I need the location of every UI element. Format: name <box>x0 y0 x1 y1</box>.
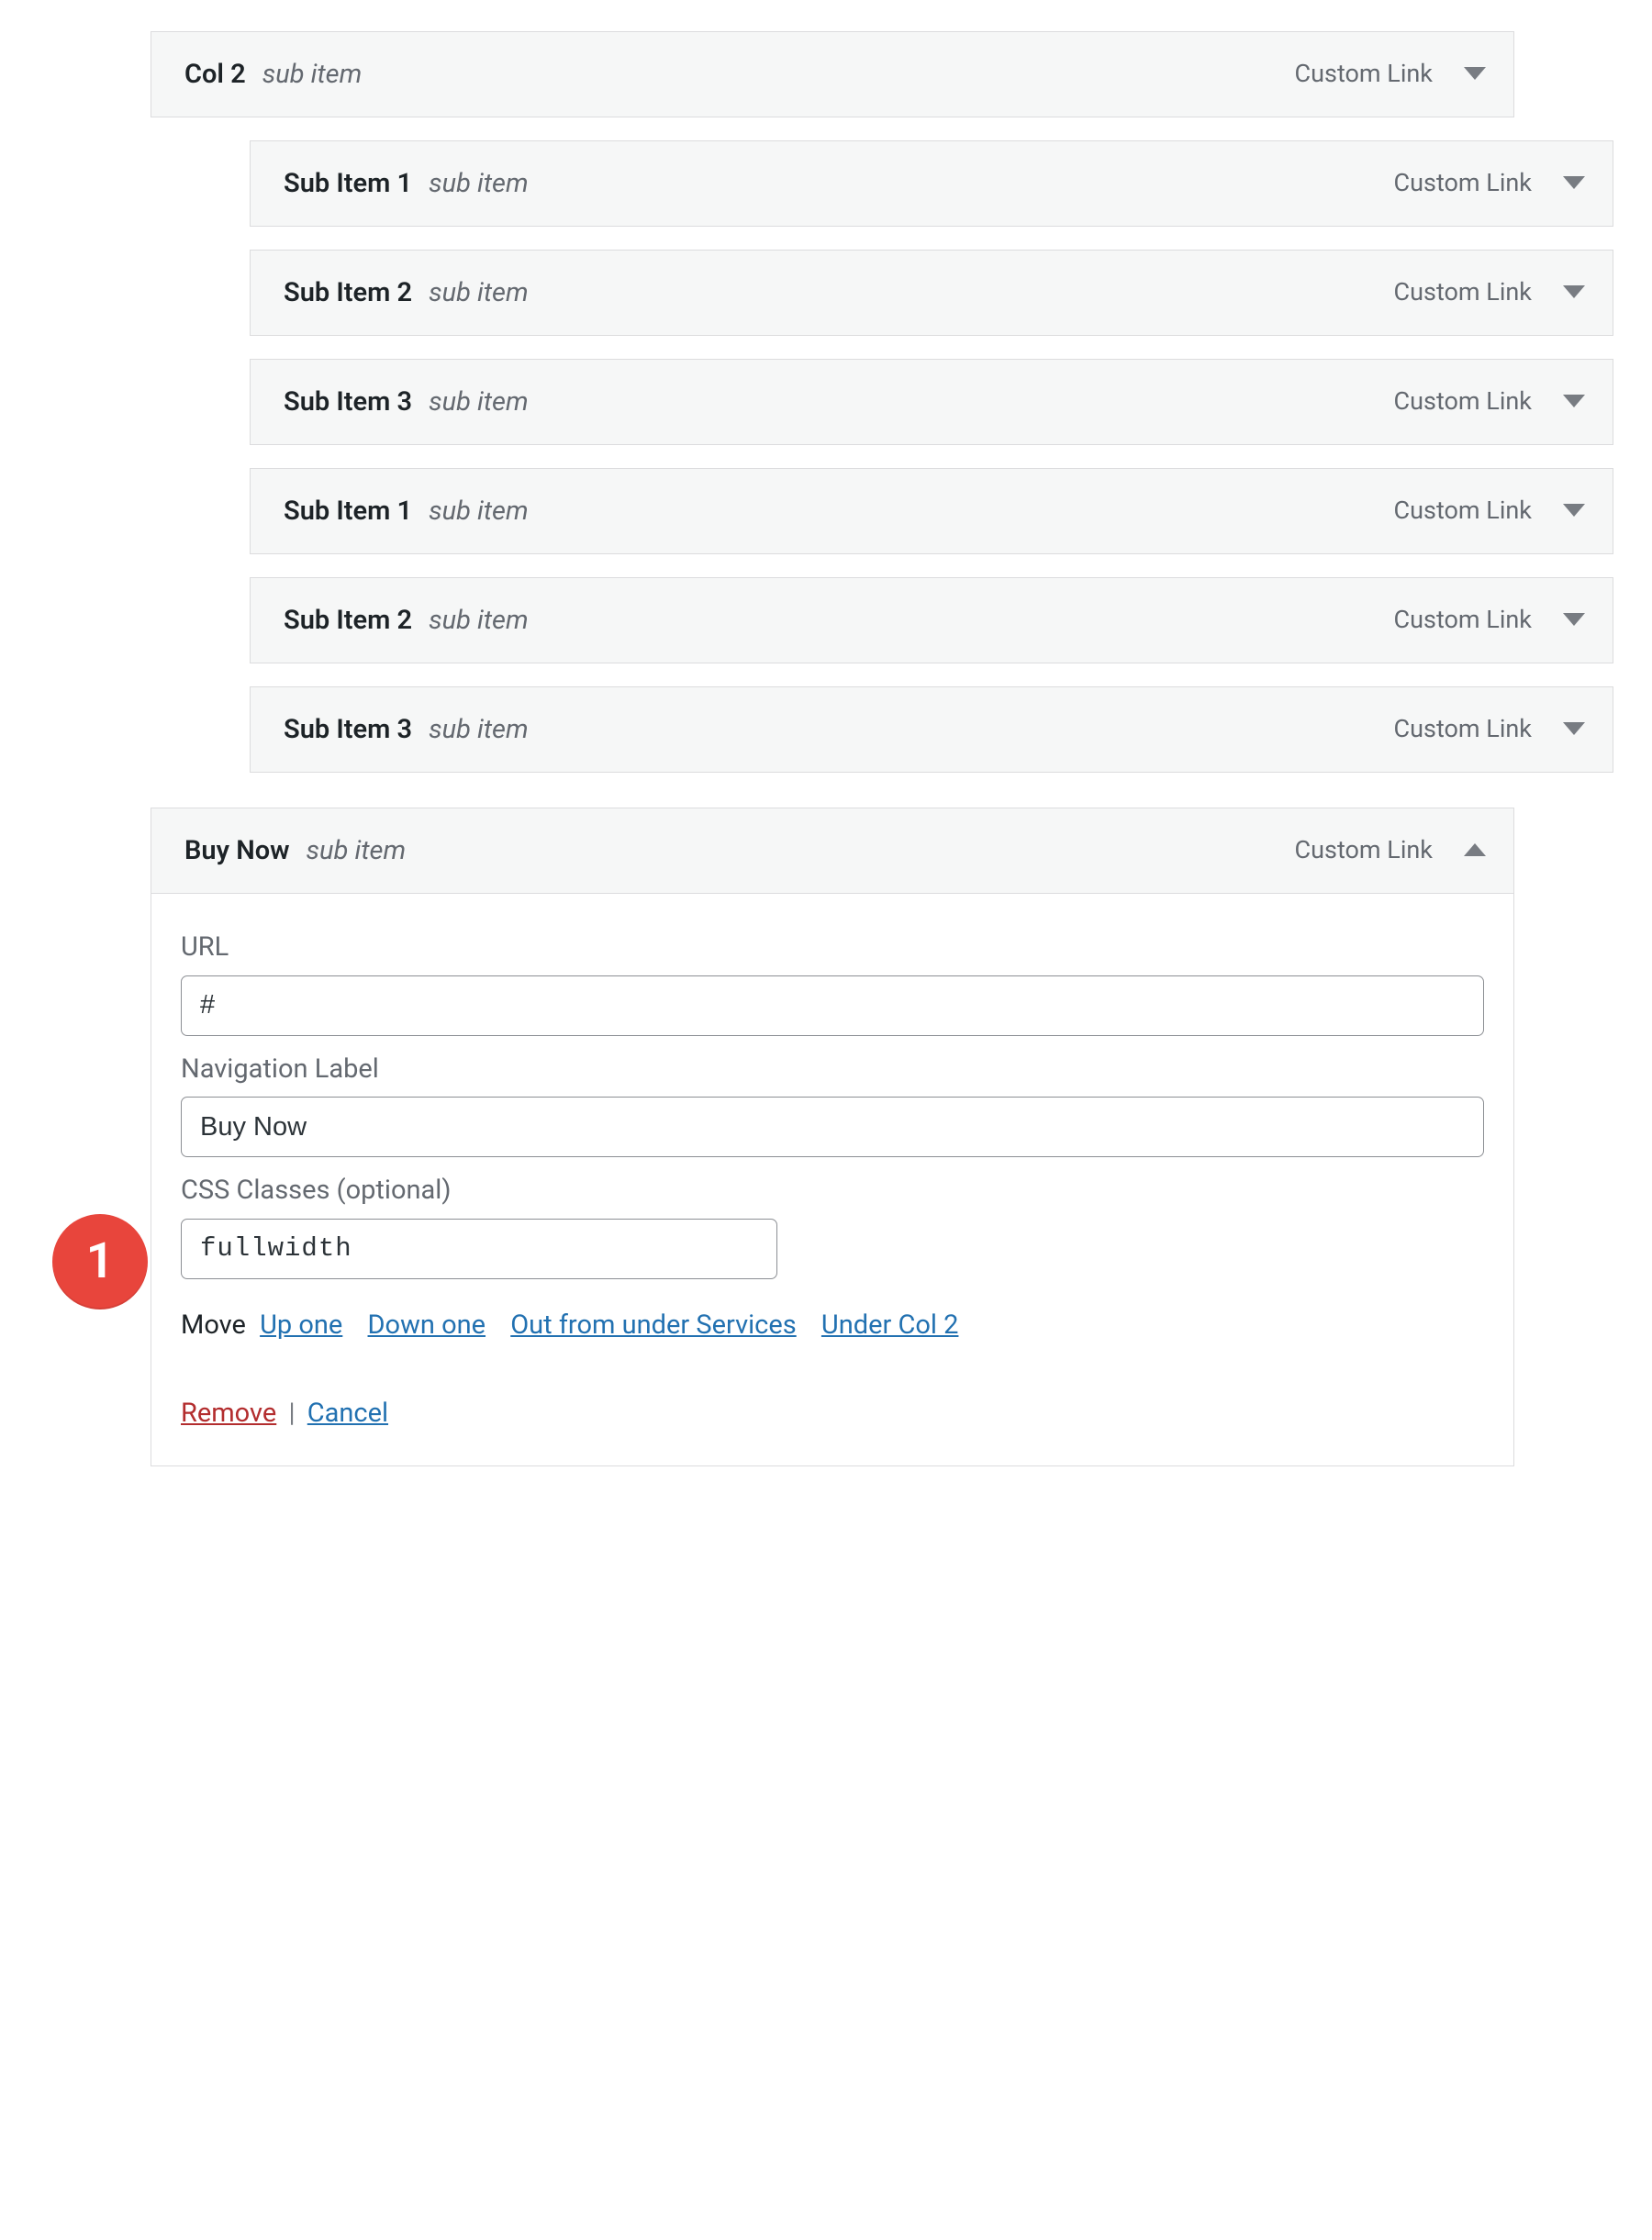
menu-item-subtitle: sub item <box>429 711 529 749</box>
menu-item-right: Custom Link <box>1295 57 1486 92</box>
menu-item-settings-panel: URL Navigation Label CSS Classes (option… <box>151 894 1514 1466</box>
move-row: Move Up one Down one Out from under Serv… <box>181 1307 1484 1344</box>
chevron-down-icon[interactable] <box>1563 722 1585 737</box>
menu-item-left: Sub Item 1 sub item <box>284 165 529 203</box>
menu-item-left: Sub Item 3 sub item <box>284 384 529 421</box>
menu-item-sub-1[interactable]: Sub Item 1 sub item Custom Link <box>250 140 1613 227</box>
move-under-link[interactable]: Under Col 2 <box>821 1309 959 1341</box>
css-classes-field-label: CSS Classes (optional) <box>181 1172 1484 1209</box>
menu-item-col-2[interactable]: Col 2 sub item Custom Link <box>151 31 1514 117</box>
menu-item-right: Custom Link <box>1394 712 1585 747</box>
menu-item-title: Sub Item 3 <box>284 384 412 421</box>
url-field-block: URL <box>181 929 1484 1036</box>
cancel-link[interactable]: Cancel <box>307 1398 388 1429</box>
menu-item-sub-4[interactable]: Sub Item 1 sub item Custom Link <box>250 468 1613 554</box>
menu-item-type: Custom Link <box>1394 494 1532 529</box>
menu-item-left: Sub Item 2 sub item <box>284 274 529 312</box>
menu-item-right: Custom Link <box>1394 384 1585 419</box>
chevron-up-icon[interactable] <box>1464 843 1486 858</box>
menu-item-right: Custom Link <box>1295 833 1486 868</box>
actions-separator: | <box>288 1398 295 1429</box>
nav-label-field-block: Navigation Label <box>181 1051 1484 1158</box>
menu-item-type: Custom Link <box>1394 603 1532 638</box>
menu-item-right: Custom Link <box>1394 275 1585 310</box>
menu-item-subtitle: sub item <box>429 493 529 530</box>
menu-item-title: Buy Now <box>184 832 290 870</box>
menu-item-title: Sub Item 2 <box>284 602 412 640</box>
nav-label-field-label: Navigation Label <box>181 1051 1484 1088</box>
chevron-down-icon[interactable] <box>1563 395 1585 409</box>
menu-item-type: Custom Link <box>1394 712 1532 747</box>
annotation-badge-1: 1 <box>52 1214 148 1309</box>
annotation-number: 1 <box>86 1227 115 1297</box>
css-classes-input[interactable] <box>181 1219 777 1279</box>
menu-item-subtitle: sub item <box>307 832 407 870</box>
menu-item-subtitle: sub item <box>429 274 529 312</box>
menu-item-title: Sub Item 1 <box>284 165 412 203</box>
move-label: Move <box>181 1309 246 1341</box>
menu-item-sub-6[interactable]: Sub Item 3 sub item Custom Link <box>250 686 1613 773</box>
menu-item-expanded-wrap: Buy Now sub item Custom Link URL Navigat… <box>151 808 1514 1466</box>
menu-item-type: Custom Link <box>1394 166 1532 201</box>
menu-item-type: Custom Link <box>1295 833 1433 868</box>
chevron-down-icon[interactable] <box>1563 176 1585 191</box>
chevron-down-icon[interactable] <box>1563 285 1585 300</box>
menu-item-title: Sub Item 3 <box>284 711 412 749</box>
menu-item-buy-now[interactable]: Buy Now sub item Custom Link <box>151 808 1514 894</box>
menu-item-type: Custom Link <box>1394 384 1532 419</box>
menu-item-type: Custom Link <box>1295 57 1433 92</box>
menu-item-subtitle: sub item <box>429 384 529 421</box>
move-down-link[interactable]: Down one <box>368 1309 486 1341</box>
url-input[interactable] <box>181 975 1484 1036</box>
menu-item-left: Buy Now sub item <box>184 832 406 870</box>
chevron-down-icon[interactable] <box>1464 67 1486 82</box>
menu-item-right: Custom Link <box>1394 166 1585 201</box>
menu-item-type: Custom Link <box>1394 275 1532 310</box>
menu-item-subtitle: sub item <box>429 602 529 640</box>
menu-item-title: Sub Item 2 <box>284 274 412 312</box>
menu-item-title: Sub Item 1 <box>284 493 412 530</box>
menu-item-left: Sub Item 2 sub item <box>284 602 529 640</box>
menu-item-subtitle: sub item <box>429 165 529 203</box>
menu-item-right: Custom Link <box>1394 603 1585 638</box>
menu-item-sub-2[interactable]: Sub Item 2 sub item Custom Link <box>250 250 1613 336</box>
menu-item-sub-3[interactable]: Sub Item 3 sub item Custom Link <box>250 359 1613 445</box>
move-up-link[interactable]: Up one <box>260 1309 342 1341</box>
menu-item-subtitle: sub item <box>262 56 363 94</box>
menu-item-sub-5[interactable]: Sub Item 2 sub item Custom Link <box>250 577 1613 663</box>
navigation-label-input[interactable] <box>181 1097 1484 1157</box>
menu-item-left: Sub Item 1 sub item <box>284 493 529 530</box>
chevron-down-icon[interactable] <box>1563 504 1585 518</box>
actions-row: Remove | Cancel <box>181 1395 1484 1432</box>
menu-item-title: Col 2 <box>184 56 246 94</box>
chevron-down-icon[interactable] <box>1563 613 1585 628</box>
move-out-link[interactable]: Out from under Services <box>510 1309 796 1341</box>
url-field-label: URL <box>181 929 1484 966</box>
menu-items-list: Col 2 sub item Custom Link Sub Item 1 su… <box>151 31 1613 1466</box>
menu-item-right: Custom Link <box>1394 494 1585 529</box>
remove-link[interactable]: Remove <box>181 1398 276 1429</box>
menu-item-left: Col 2 sub item <box>184 56 362 94</box>
menu-item-left: Sub Item 3 sub item <box>284 711 529 749</box>
css-classes-field-block: CSS Classes (optional) 1 <box>181 1172 1484 1279</box>
